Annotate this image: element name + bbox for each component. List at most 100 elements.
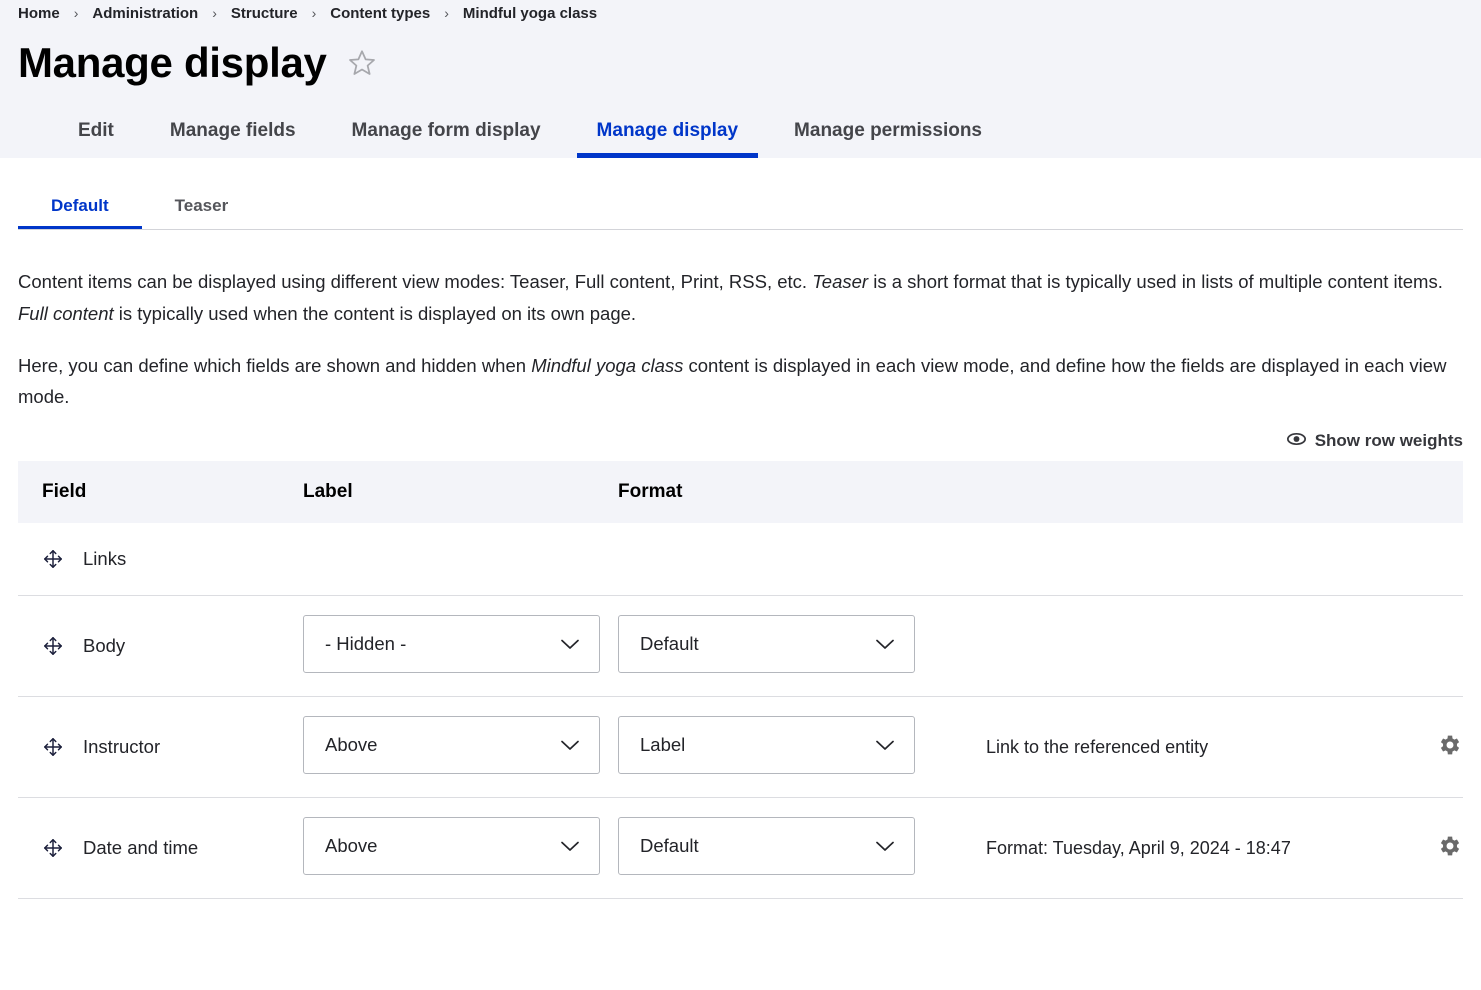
desc-p2-text1: Here, you can define which fields are sh… — [18, 354, 532, 376]
row-summary-cell: Link to the referenced entity — [968, 697, 1383, 798]
row-field-label: Instructor — [83, 736, 161, 758]
label-select-value: Above — [325, 834, 378, 856]
row-field-label: Date and time — [83, 837, 199, 859]
breadcrumb-item-content-types[interactable]: Content types — [330, 5, 430, 22]
show-row-weights-toggle[interactable]: Show row weights — [1286, 431, 1463, 451]
row-field-cell: Date and time — [18, 798, 303, 899]
table-row: Instructor Above Label Link to the refer… — [18, 697, 1463, 798]
move-icon[interactable] — [42, 837, 64, 859]
desc-p1-text3: is typically used when the content is di… — [113, 302, 637, 324]
desc-p1-text1: Content items can be displayed using dif… — [18, 271, 813, 292]
row-summary-cell: Format: Tuesday, April 9, 2024 - 18:47 — [968, 798, 1383, 899]
secondary-tabs: Default Teaser — [0, 158, 1481, 230]
eye-icon — [1286, 431, 1306, 451]
row-summary-cell — [968, 523, 1383, 596]
row-format-cell: Default — [618, 798, 968, 899]
table-header-row: Field Label Format — [18, 461, 1463, 524]
desc-p1-emphasis-teaser: Teaser — [812, 271, 869, 292]
chevron-down-icon — [560, 738, 580, 751]
page-title: Manage display — [18, 39, 327, 86]
column-header-field: Field — [18, 461, 303, 524]
chevron-down-icon — [875, 839, 895, 852]
tab-edit[interactable]: Edit — [50, 120, 142, 158]
breadcrumb-separator: › — [212, 5, 217, 21]
move-icon[interactable] — [42, 635, 64, 657]
row-settings-cell — [1383, 798, 1463, 899]
column-header-summary — [968, 461, 1383, 524]
row-label-cell — [303, 523, 618, 596]
chevron-down-icon — [560, 839, 580, 852]
chevron-down-icon — [875, 637, 895, 650]
secondary-tabs-divider — [18, 229, 1463, 230]
description-paragraph-1: Content items can be displayed using dif… — [18, 266, 1463, 330]
desc-p1-emphasis-full-content: Full content — [18, 302, 114, 324]
row-summary-text: Link to the referenced entity — [986, 736, 1209, 757]
column-header-format: Format — [618, 461, 968, 524]
row-field-cell: Links — [18, 523, 303, 596]
breadcrumb-separator: › — [444, 5, 449, 21]
column-header-label: Label — [303, 461, 618, 524]
label-select-date-and-time[interactable]: Above — [303, 816, 600, 875]
table-row: Date and time Above Default Format: Tues… — [18, 798, 1463, 899]
desc-p2-emphasis-content-type: Mindful yoga class — [531, 354, 684, 376]
row-summary-text: Format: Tuesday, April 9, 2024 - 18:47 — [986, 837, 1291, 858]
row-settings-cell — [1383, 697, 1463, 798]
field-display-table: Field Label Format Links Body - Hidden -… — [18, 461, 1463, 899]
tab-manage-form-display[interactable]: Manage form display — [324, 120, 569, 158]
secondary-tabs-container: Default Teaser — [0, 158, 1481, 230]
table-row: Links — [18, 523, 1463, 596]
desc-p1-text2: is a short format that is typically used… — [868, 271, 1443, 292]
gear-icon[interactable] — [1437, 833, 1463, 859]
row-field-label: Links — [83, 548, 127, 570]
chevron-down-icon — [560, 637, 580, 650]
breadcrumb-item-mindful-yoga-class[interactable]: Mindful yoga class — [463, 5, 597, 22]
title-row: Manage display — [0, 26, 1481, 94]
move-icon[interactable] — [42, 736, 64, 758]
breadcrumb-separator: › — [311, 5, 317, 21]
format-select-date-and-time[interactable]: Default — [618, 816, 915, 875]
breadcrumb-item-structure[interactable]: Structure — [231, 5, 298, 22]
tab-manage-permissions[interactable]: Manage permissions — [766, 120, 1010, 158]
row-weights-bar: Show row weights — [0, 413, 1481, 461]
label-select-body[interactable]: - Hidden - — [303, 614, 600, 673]
format-select-body[interactable]: Default — [618, 614, 915, 673]
row-label-cell: - Hidden - — [303, 596, 618, 697]
format-select-instructor[interactable]: Label — [618, 715, 915, 774]
format-select-value: Default — [640, 632, 699, 654]
chevron-down-icon — [875, 738, 895, 751]
star-outline-icon[interactable] — [347, 48, 377, 78]
row-field-label: Body — [83, 635, 126, 657]
tab-manage-fields[interactable]: Manage fields — [142, 120, 324, 158]
format-select-value: Label — [640, 733, 686, 755]
breadcrumb-item-administration[interactable]: Administration — [92, 5, 198, 22]
table-header: Field Label Format — [18, 461, 1463, 524]
subtab-teaser[interactable]: Teaser — [142, 196, 262, 230]
breadcrumb-separator: › — [73, 5, 79, 21]
breadcrumb: Home › Administration › Structure › Cont… — [0, 0, 1481, 26]
row-format-cell: Label — [618, 697, 968, 798]
table-body: Links Body - Hidden - Default Instructor… — [18, 523, 1463, 899]
tab-manage-display[interactable]: Manage display — [569, 120, 767, 158]
row-summary-cell — [968, 596, 1383, 697]
row-settings-cell — [1383, 523, 1463, 596]
column-header-settings — [1383, 461, 1463, 524]
move-icon[interactable] — [42, 548, 64, 570]
row-field-cell: Body — [18, 596, 303, 697]
row-label-cell: Above — [303, 697, 618, 798]
format-select-value: Default — [640, 834, 699, 856]
page-header: Home › Administration › Structure › Cont… — [0, 0, 1481, 158]
primary-tabs: Edit Manage fields Manage form display M… — [0, 96, 1010, 158]
label-select-instructor[interactable]: Above — [303, 715, 600, 774]
row-label-cell: Above — [303, 798, 618, 899]
description-paragraph-2: Here, you can define which fields are sh… — [18, 350, 1463, 414]
show-row-weights-label: Show row weights — [1314, 431, 1463, 451]
row-format-cell: Default — [618, 596, 968, 697]
description-section: Content items can be displayed using dif… — [0, 230, 1481, 413]
label-select-value: - Hidden - — [325, 632, 407, 654]
gear-icon[interactable] — [1437, 732, 1463, 758]
breadcrumb-item-home[interactable]: Home — [18, 5, 60, 22]
label-select-value: Above — [325, 733, 378, 755]
row-format-cell — [618, 523, 968, 596]
subtab-default[interactable]: Default — [18, 196, 142, 230]
row-field-cell: Instructor — [18, 697, 303, 798]
